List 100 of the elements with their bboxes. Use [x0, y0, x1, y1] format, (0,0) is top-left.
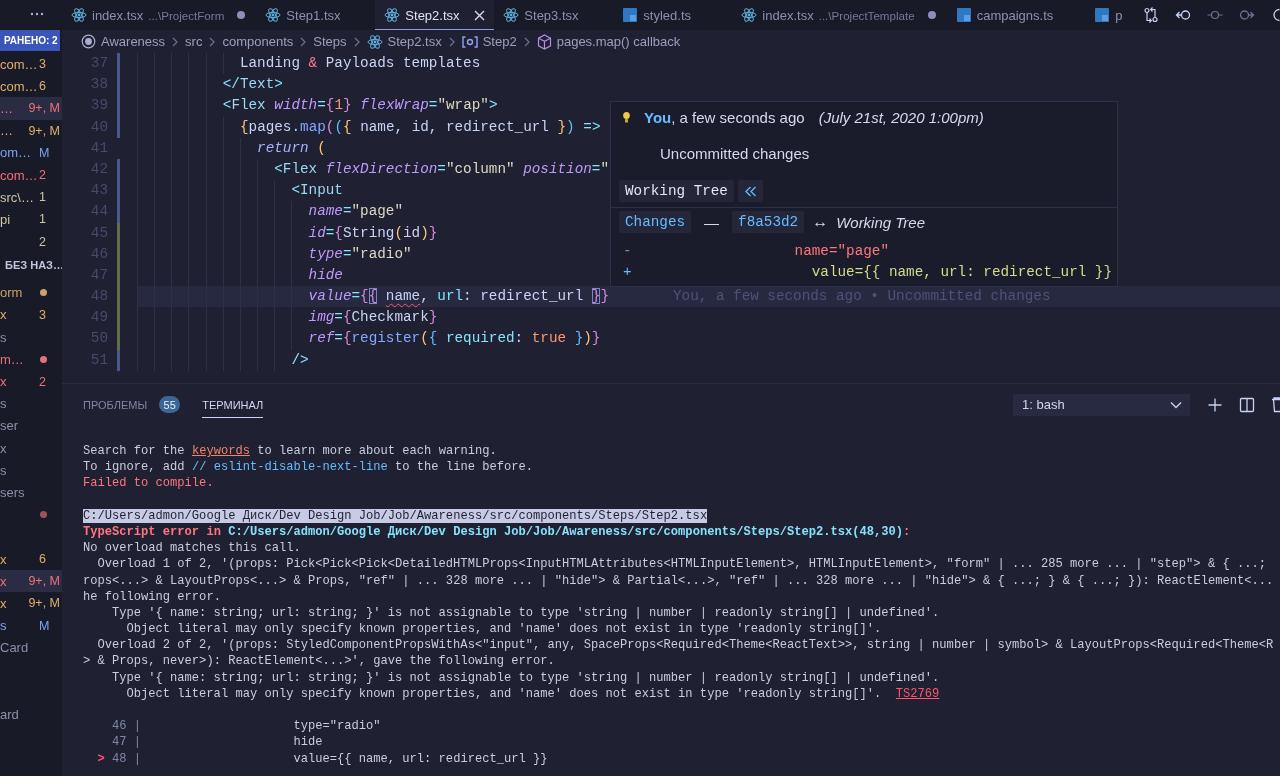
editor-tab[interactable]: p — [1085, 0, 1131, 30]
file-decoration: 1 — [39, 190, 46, 205]
code-line: value={{ name, url: redirect_url }} — [308, 287, 609, 307]
code-line: return ( — [257, 138, 326, 158]
file-tree-item[interactable]: Card — [0, 636, 62, 659]
help-link[interactable]: keywords — [191, 444, 250, 458]
file-tree-item[interactable]: s — [0, 326, 62, 349]
file-tree-item[interactable]: x — [0, 437, 62, 460]
split-pane-icon[interactable] — [1239, 396, 1255, 413]
file-tree-item[interactable]: m… — [0, 348, 62, 371]
terminal-dropdown[interactable]: 1: bash — [1013, 393, 1190, 416]
editor-tab[interactable]: index.tsx ...\ProjectForm — [62, 0, 257, 30]
more-actions-icon[interactable] — [30, 12, 44, 16]
code-line: name="page" — [308, 202, 403, 222]
file-decoration: 6 — [39, 552, 46, 567]
code-line: <Input — [291, 181, 343, 201]
collapse-button[interactable] — [737, 180, 763, 202]
breadcrumb-item[interactable]: Step2 — [482, 34, 517, 49]
terminal-line: Type '{ name: string; url: string; }' is not assignable to type 'string | number | readonly string[] | undefined'. — [112, 669, 940, 686]
open-editor-item[interactable]: … 9+, M — [0, 119, 62, 142]
terminal-line: No overload matches this call. — [83, 540, 301, 557]
file-tree-item[interactable]: orm — [0, 281, 62, 304]
trash-icon[interactable] — [1271, 396, 1280, 413]
commit-hash-link[interactable]: f8a53d2 — [732, 211, 805, 233]
terminal-line: Search for the keywords to learn more about each warning. — [83, 443, 497, 460]
breadcrumb-item[interactable]: pages.map() callback — [556, 34, 681, 49]
breadcrumb-item[interactable]: components — [222, 34, 294, 49]
arrow-left-circle-icon[interactable] — [1175, 7, 1191, 23]
file-tree-item[interactable]: x 6 — [0, 547, 62, 571]
diff-line: value={{ name, url: redirect_url }} — [811, 263, 1113, 282]
unsaved-count-badge: РАНЕНО: 2 — [0, 30, 60, 51]
diff-line: name="page" — [794, 242, 889, 261]
file-tree-item[interactable]: x 9+, M — [0, 592, 62, 615]
code-line: hide — [308, 265, 343, 285]
editor-tab[interactable]: styled.ts — [613, 0, 733, 30]
line-number: 50 — [89, 329, 108, 349]
file-tree-item[interactable]: ser — [0, 414, 62, 437]
terminal-line: Failed to compile. — [83, 475, 214, 492]
file-tree-item[interactable]: ard — [0, 703, 62, 726]
open-editor-item[interactable]: … 9+, M — [0, 97, 62, 120]
breadcrumb-item[interactable]: src — [185, 34, 203, 49]
file-decoration: 9+, M — [28, 596, 60, 611]
breadcrumb-item[interactable]: Steps — [313, 34, 347, 49]
panel-tab[interactable]: ТЕРМИНАЛ — [202, 391, 264, 418]
tab-label: styled.ts — [643, 7, 692, 23]
code-line: {pages.map(({ name, id, redirect_url }) => — [239, 117, 601, 137]
chevron-right-icon — [522, 35, 531, 48]
file-tree-item[interactable]: s M — [0, 614, 62, 637]
editor-tab[interactable]: Step2.tsx — [375, 0, 495, 30]
file-decoration: 9+, M — [28, 101, 60, 116]
file-tree-item[interactable]: s — [0, 459, 62, 482]
circle-arrows-icon[interactable] — [1143, 7, 1159, 23]
code-line: ref={register({ required: true })} — [308, 329, 601, 349]
file-decoration: 6 — [39, 79, 46, 94]
circle-arrow-right-icon[interactable] — [1239, 7, 1255, 23]
error-code-link[interactable]: TS2769 — [895, 686, 940, 701]
chevron-right-icon — [447, 35, 456, 48]
open-editor-item[interactable]: com…3 — [0, 53, 62, 76]
line-number: 42 — [89, 159, 108, 179]
tab-path: ...\ProjectTemplate — [818, 8, 915, 22]
changes-link[interactable]: Changes — [619, 211, 692, 233]
tab-label: Step3.tsx — [524, 7, 579, 23]
open-editor-item[interactable]: src\… 1 — [0, 186, 62, 209]
double-arrow: ↔ — [812, 213, 829, 231]
plus-icon[interactable] — [1207, 396, 1223, 413]
commit-message: Uncommitted changes — [660, 144, 810, 164]
tab-label: Step2.tsx — [405, 7, 460, 23]
folder-section-title[interactable]: БЕЗ НАЗ… — [0, 252, 62, 282]
open-editor-item[interactable]: com…2 — [0, 163, 62, 187]
terminal-line: rops<...> & LayoutProps<...> & Props, "ref" | ... 328 more ... | "hide"> & Partial<...>, "ref" | ... 328 more ... | "hide"> & { ...; } & { ...; }): ReactElement<... — [83, 572, 1274, 589]
editor-tab[interactable]: index.tsx ...\ProjectTemplate — [732, 0, 947, 30]
open-editor-item[interactable]: om… M — [0, 141, 62, 164]
terminal-line: Overload 1 of 2, '(props: Pick<Pick<Pick<DetailedHTMLProps<InputHTMLAttributes<HTMLInputElement>, HTMLInputElement>, "form" | ... 285 more ... | "step"> & { ...; — [97, 556, 1266, 573]
editor-tab[interactable]: campaigns.ts — [946, 0, 1086, 30]
file-tree-item[interactable]: x 3 — [0, 303, 62, 327]
file-tree-item[interactable]: s — [0, 392, 62, 415]
file-tree-item[interactable]: sers — [0, 481, 62, 504]
panel-tab[interactable]: ПРОБЛЕМЫ 55 — [83, 389, 181, 420]
circle-dot-icon — [81, 34, 96, 49]
file-tree-item[interactable]: x 2 — [0, 370, 62, 393]
atom-icon — [265, 7, 282, 23]
chevron-right-icon — [208, 35, 217, 48]
chevron-right-icon — [299, 35, 308, 48]
atom-icon — [503, 7, 520, 23]
terminal-line: he following error. — [83, 588, 221, 605]
symbol-icon — [461, 35, 478, 48]
breadcrumb-item[interactable]: Step2.tsx — [387, 34, 442, 49]
open-editor-item[interactable]: pi 1 — [0, 208, 62, 231]
editor-tab[interactable]: Step1.tsx — [256, 0, 376, 30]
open-editor-item[interactable]: 2 — [0, 230, 62, 253]
file-decoration: 2 — [39, 374, 46, 389]
breadcrumb-item[interactable]: Awareness — [101, 34, 166, 49]
atom-icon — [384, 7, 401, 23]
file-type-icon — [955, 7, 972, 23]
close-icon[interactable] — [473, 9, 485, 21]
file-tree-item[interactable]: x 9+, M — [0, 570, 62, 593]
editor-tab[interactable]: Step3.tsx — [494, 0, 614, 30]
line-number: 47 — [89, 265, 108, 285]
terminal-line: To ignore, add // eslint-disable-next-line to the line before. — [83, 459, 533, 476]
open-editor-item[interactable]: com…6 — [0, 75, 62, 98]
